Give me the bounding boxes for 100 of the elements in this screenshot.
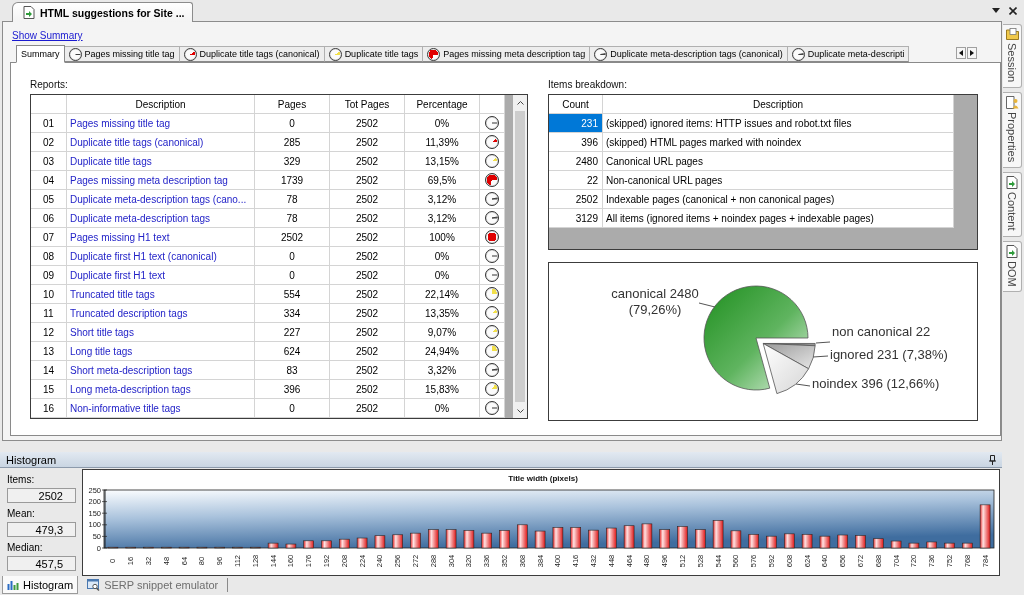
report-link[interactable]: Pages missing meta description tag <box>70 174 228 186</box>
slice-label: noindex 396 (12,66%) <box>812 376 940 392</box>
window-search-icon <box>87 578 101 591</box>
row-number: 06 <box>31 209 67 228</box>
scrollbar-thumb[interactable] <box>515 111 525 402</box>
pin-icon[interactable] <box>989 454 996 465</box>
leader-line <box>698 302 716 308</box>
histogram-bar <box>766 535 777 549</box>
histogram-bar <box>570 527 581 549</box>
column-header[interactable]: Description <box>67 95 255 114</box>
report-link[interactable]: Non-informative title tags <box>70 402 181 414</box>
table-cell: 3,32% <box>405 361 480 380</box>
column-header[interactable]: Pages <box>255 95 330 114</box>
table-cell: All items (ignored items + noindex pages + indexable pages) <box>603 209 954 228</box>
scroll-left-button[interactable] <box>956 47 966 59</box>
report-tab[interactable]: Duplicate title tags (canonical) <box>178 46 325 62</box>
scroll-right-button[interactable] <box>967 47 977 59</box>
row-number: 04 <box>31 171 67 190</box>
report-tab[interactable]: Duplicate meta-descripti <box>786 46 910 62</box>
section-label: Items breakdown: <box>548 79 627 91</box>
slice-label: canonical 2480 (79,26%) <box>610 286 700 318</box>
report-link[interactable]: Duplicate meta-description tags (cano... <box>70 193 247 205</box>
report-link[interactable]: Duplicate title tags (canonical) <box>70 136 204 148</box>
report-link[interactable]: Short meta-description tags <box>70 364 193 376</box>
scrollbar[interactable] <box>513 95 527 418</box>
report-link[interactable]: Duplicate meta-description tags <box>70 212 211 224</box>
panel-tab[interactable]: Histogram <box>2 576 79 594</box>
document-tab[interactable]: HTML suggestions for Site ... <box>12 2 194 22</box>
dock-tab[interactable]: DOM <box>1003 240 1022 293</box>
stat-label: Median: <box>7 542 43 554</box>
report-link[interactable]: Short title tags <box>70 326 134 338</box>
histogram-bar <box>588 529 599 549</box>
stat-field: 457,5 <box>7 556 76 571</box>
histogram-bar <box>178 546 190 549</box>
histogram-bar <box>712 520 724 549</box>
table-cell: 15,83% <box>405 380 480 399</box>
column-header[interactable]: Percentage <box>405 95 480 114</box>
count-cell[interactable]: 22 <box>549 171 603 190</box>
show-summary-link[interactable]: Show Summary <box>12 30 83 42</box>
dock-tab[interactable]: Content <box>1003 172 1022 237</box>
report-tab[interactable]: Duplicate title tags <box>323 46 424 62</box>
slice-label: non canonical 22 <box>832 324 931 340</box>
report-link[interactable]: Duplicate first H1 text (canonical) <box>70 250 217 262</box>
histogram-bar <box>481 532 492 549</box>
close-button[interactable] <box>1008 5 1018 16</box>
report-tab[interactable]: Pages missing title tag <box>63 46 180 62</box>
histogram-bar <box>285 543 297 549</box>
row-number: 05 <box>31 190 67 209</box>
stat-label: Items: <box>7 474 35 486</box>
table-cell: 1739 <box>255 171 330 190</box>
panel-tab[interactable]: SERP snippet emulator <box>82 576 224 594</box>
report-link[interactable]: Pages missing H1 text <box>70 231 170 243</box>
folder-icon <box>1005 28 1019 40</box>
histogram-bar <box>107 546 119 549</box>
histogram-bar <box>232 546 243 549</box>
report-link[interactable]: Duplicate title tags <box>70 155 152 167</box>
column-header[interactable]: Description <box>603 95 954 114</box>
row-number: 12 <box>31 323 67 342</box>
pie-icon <box>485 249 499 263</box>
dock-tab[interactable]: Properties <box>1003 92 1022 169</box>
column-header[interactable]: Count <box>549 95 603 114</box>
histogram-bar <box>890 540 902 549</box>
histogram-bar <box>748 534 759 549</box>
report-link[interactable]: Long title tags <box>70 345 133 357</box>
histogram-bar <box>374 535 386 549</box>
table-cell: 0% <box>405 247 480 266</box>
histogram-bar <box>410 532 421 549</box>
report-tab[interactable]: Duplicate meta-description tags (canonical) <box>589 46 788 62</box>
histogram-bar <box>837 534 848 549</box>
report-link[interactable]: Truncated title tags <box>70 288 155 300</box>
pie-icon <box>485 268 499 282</box>
leader-line <box>815 341 831 344</box>
table-cell: 2502 <box>330 133 405 152</box>
histogram-bar <box>499 530 510 549</box>
report-tab[interactable]: Pages missing meta description tag <box>422 46 591 62</box>
count-cell[interactable]: 2480 <box>549 152 603 171</box>
count-cell[interactable]: 396 <box>549 133 603 152</box>
report-link[interactable]: Duplicate first H1 text <box>70 269 166 281</box>
count-cell[interactable]: 2502 <box>549 190 603 209</box>
report-link[interactable]: Truncated description tags <box>70 307 188 319</box>
table-cell: 2502 <box>330 152 405 171</box>
report-tab[interactable]: Summary <box>16 45 65 63</box>
bar-chart-icon <box>7 579 19 590</box>
table-cell: 11,39% <box>405 133 480 152</box>
report-link[interactable]: Long meta-description tags <box>70 383 191 395</box>
document-arrow-icon <box>1006 244 1018 258</box>
column-header[interactable]: Tot Pages <box>330 95 405 114</box>
report-link[interactable]: Pages missing title tag <box>70 117 171 129</box>
table-cell: 2502 <box>330 361 405 380</box>
dock-tab[interactable]: Session <box>1003 24 1022 89</box>
table-cell: 24,94% <box>405 342 480 361</box>
table-cell: 9,07% <box>405 323 480 342</box>
pie-fill <box>797 52 804 55</box>
histogram-bar <box>143 546 154 549</box>
count-cell[interactable]: 3129 <box>549 209 603 228</box>
table-cell: 2502 <box>330 114 405 133</box>
table-cell: 396 <box>255 380 330 399</box>
histogram-bar <box>801 534 813 549</box>
count-cell[interactable]: 231 <box>549 114 603 133</box>
histogram-bar <box>623 525 635 549</box>
